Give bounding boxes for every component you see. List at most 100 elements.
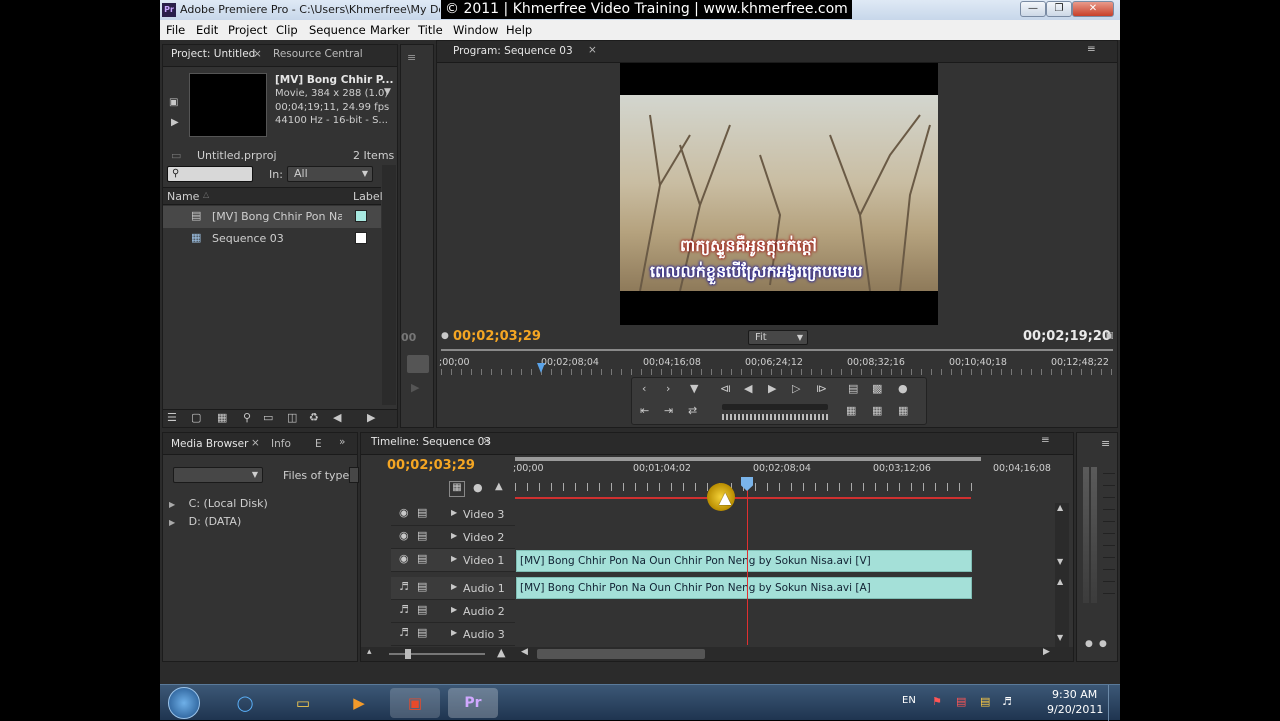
expand-arrow-icon[interactable]: ▶ — [451, 508, 457, 517]
expand-arrow-icon[interactable]: ▶ — [451, 605, 457, 614]
language-indicator[interactable]: EN — [902, 695, 916, 706]
menu-help[interactable]: Help — [506, 23, 532, 37]
close-button[interactable]: ✕ — [1072, 1, 1114, 17]
icon-view-icon[interactable]: ▢ — [191, 411, 201, 424]
tray-network-icon[interactable]: ▤ — [956, 695, 966, 708]
horizontal-scroll-thumb[interactable] — [537, 649, 705, 659]
step-forward-icon[interactable]: ▷ — [792, 382, 800, 395]
expand-arrow-icon[interactable]: ▶ — [169, 518, 175, 527]
menu-file[interactable]: File — [166, 23, 185, 37]
camera-icon[interactable]: ▣ — [169, 97, 178, 108]
playhead-line[interactable] — [747, 481, 748, 645]
set-out-icon[interactable]: › — [666, 382, 670, 395]
lock-track-icon[interactable]: ▤ — [417, 580, 427, 593]
expand-arrow-icon[interactable]: ▶ — [451, 582, 457, 591]
tab-timeline[interactable]: Timeline: Sequence 03 — [371, 436, 491, 448]
timeline-current-time[interactable]: 00;02;03;29 — [387, 458, 475, 473]
go-to-prev-edit-icon[interactable]: ⇤ — [640, 404, 649, 417]
menu-title[interactable]: Title — [418, 23, 443, 37]
volume-icon[interactable]: ♬ — [1002, 695, 1012, 708]
play-in-to-out-icon[interactable]: ⇄ — [688, 404, 697, 417]
snap-icon[interactable]: ▦ — [449, 481, 465, 497]
menu-marker[interactable]: Marker — [370, 23, 410, 37]
jog-wheel[interactable] — [722, 414, 828, 420]
start-button[interactable] — [168, 687, 200, 719]
lock-track-icon[interactable]: ▤ — [417, 552, 427, 565]
zoom-out-icon[interactable]: ▴ — [367, 647, 372, 657]
extract-icon[interactable]: ▩ — [872, 382, 882, 395]
set-marker-icon[interactable]: ● — [473, 481, 483, 494]
scroll-right-icon[interactable]: ▶ — [1043, 647, 1050, 657]
expand-arrow-icon[interactable]: ▶ — [451, 628, 457, 637]
shuttle-slider[interactable] — [722, 404, 828, 410]
trim-icon[interactable]: ▦ — [846, 404, 856, 417]
column-label[interactable]: Label — [353, 190, 383, 203]
tab-media-browser[interactable]: Media Browser — [171, 438, 248, 450]
track-scrollbar[interactable]: ▲ ▼ ▲ ▼ — [1055, 503, 1069, 647]
list-item[interactable]: ▤ [MV] Bong Chhir Pon Na Ou — [163, 206, 381, 228]
speaker-icon[interactable]: ♬ — [399, 626, 409, 639]
menu-clip[interactable]: Clip — [276, 23, 298, 37]
tab-close-icon[interactable]: × — [482, 435, 491, 447]
tab-effects[interactable]: E — [315, 438, 322, 450]
screen-recorder-icon[interactable]: ▣ — [390, 688, 440, 718]
safe-margins-icon[interactable]: ▦ — [872, 404, 882, 417]
add-marker-icon[interactable]: ▼ — [690, 382, 698, 395]
show-desktop-button[interactable] — [1108, 685, 1120, 721]
speaker-icon[interactable]: ♬ — [399, 580, 409, 593]
scroll-down-icon[interactable]: ▼ — [1057, 633, 1063, 642]
expand-arrow-icon[interactable]: ▶ — [451, 531, 457, 540]
media-player-icon[interactable]: ▶ — [334, 688, 384, 718]
tab-program[interactable]: Program: Sequence 03 — [453, 45, 573, 57]
clock-date[interactable]: 9/20/2011 — [1047, 703, 1103, 716]
panel-menu-icon[interactable]: ≡ — [407, 51, 416, 64]
zoom-slider[interactable] — [389, 653, 485, 655]
go-to-in-icon[interactable]: ⧏ — [720, 382, 731, 395]
tray-power-icon[interactable]: ▤ — [980, 695, 990, 708]
play-thumbnail-icon[interactable]: ▶ — [171, 117, 179, 128]
tab-info[interactable]: Info — [271, 438, 291, 450]
zoom-dropdown[interactable]: Fit ▼ — [748, 330, 808, 345]
menu-edit[interactable]: Edit — [196, 23, 218, 37]
expand-arrow-icon[interactable]: ▶ — [451, 554, 457, 563]
premiere-taskbar-icon[interactable]: Pr — [448, 688, 498, 718]
vertical-scrollbar[interactable] — [382, 165, 396, 405]
scroll-left-icon[interactable]: ◀ — [521, 647, 528, 657]
panel-menu-icon[interactable]: ≡ — [1087, 43, 1096, 55]
scroll-up-icon[interactable]: ▲ — [1057, 577, 1063, 586]
step-back-icon[interactable]: ◀ — [744, 382, 752, 395]
tab-close-icon[interactable]: × — [253, 48, 262, 60]
go-to-out-icon[interactable]: ⧐ — [816, 382, 827, 395]
new-bin-icon[interactable]: ▭ — [263, 411, 273, 424]
scroll-down-icon[interactable]: ▼ — [1057, 557, 1063, 566]
video-clip[interactable]: [MV] Bong Chhir Pon Na Oun Chhir Pon Nen… — [516, 550, 972, 572]
drive-item[interactable]: ▶ C: (Local Disk) — [169, 497, 268, 510]
set-in-icon[interactable]: ‹ — [642, 382, 646, 395]
program-current-time[interactable]: 00;02;03;29 — [453, 329, 541, 344]
dropdown-arrow-icon[interactable]: ▼ — [384, 87, 391, 97]
trash-icon[interactable]: ♻ — [309, 411, 319, 424]
clock-time[interactable]: 9:30 AM — [1052, 688, 1097, 701]
list-item[interactable]: ▦ Sequence 03 — [163, 228, 381, 250]
panel-menu-icon[interactable]: » — [339, 436, 345, 448]
work-area-bar[interactable] — [515, 457, 981, 461]
eye-icon[interactable]: ◉ — [399, 552, 409, 565]
lift-icon[interactable]: ▤ — [848, 382, 858, 395]
source-control[interactable] — [407, 355, 429, 373]
explorer-folder-icon[interactable]: ▭ — [278, 688, 328, 718]
scroll-left-icon[interactable]: ◀ — [333, 411, 341, 424]
tray-flag-icon[interactable]: ⚑ — [932, 695, 942, 708]
play-button-icon[interactable]: ▶ — [768, 382, 776, 395]
expand-arrow-icon[interactable]: ▶ — [169, 500, 175, 509]
tab-close-icon[interactable]: × — [588, 44, 597, 56]
timeline-ruler[interactable]: ;00;00 00;01;04;02 00;02;08;04 00;03;12;06 0… — [513, 457, 1055, 503]
column-name[interactable]: Name — [167, 190, 199, 203]
file-type-dropdown[interactable] — [349, 467, 359, 483]
menu-window[interactable]: Window — [453, 23, 498, 37]
internet-explorer-icon[interactable]: ◯ — [220, 688, 270, 718]
speaker-icon[interactable]: ♬ — [399, 603, 409, 616]
scroll-right-icon[interactable]: ▶ — [367, 411, 375, 424]
search-input[interactable]: ⚲ — [167, 166, 253, 182]
tab-close-icon[interactable]: × — [251, 437, 260, 449]
in-dropdown[interactable]: All ▼ — [287, 166, 373, 182]
